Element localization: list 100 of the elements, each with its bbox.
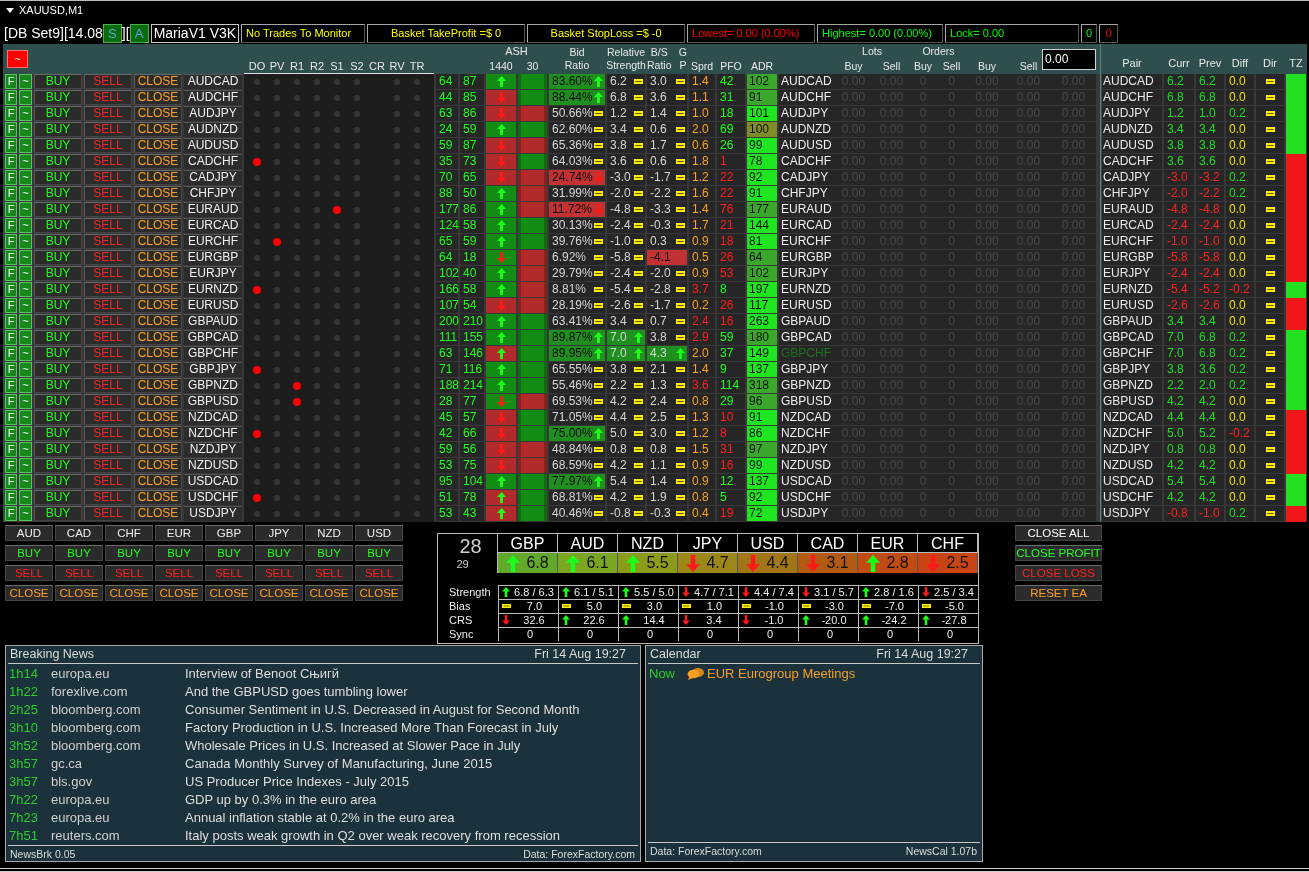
- sell-button[interactable]: SELL: [84, 474, 132, 489]
- buy-button[interactable]: BUY: [34, 106, 82, 121]
- buy-button[interactable]: BUY: [34, 282, 82, 297]
- buy-button[interactable]: BUY: [55, 545, 103, 561]
- f-button[interactable]: F: [5, 362, 17, 377]
- sell-button[interactable]: SELL: [355, 565, 403, 581]
- close-button[interactable]: CLOSE: [134, 298, 182, 313]
- close-button[interactable]: CLOSE: [134, 266, 182, 281]
- f-button[interactable]: F: [5, 250, 17, 265]
- close-button[interactable]: CLOSE: [134, 362, 182, 377]
- close-button[interactable]: CLOSE: [134, 74, 182, 89]
- buy-button[interactable]: BUY: [34, 330, 82, 345]
- tilde-button[interactable]: ~: [19, 426, 32, 441]
- close-button[interactable]: CLOSE: [205, 585, 253, 601]
- buy-button[interactable]: BUY: [34, 170, 82, 185]
- sell-button[interactable]: SELL: [84, 282, 132, 297]
- buy-button[interactable]: BUY: [34, 234, 82, 249]
- buy-button[interactable]: BUY: [355, 545, 403, 561]
- close-button[interactable]: CLOSE: [134, 314, 182, 329]
- sell-button[interactable]: SELL: [84, 378, 132, 393]
- f-button[interactable]: F: [5, 298, 17, 313]
- s-button[interactable]: S: [102, 24, 122, 43]
- toggle-button[interactable]: ~: [7, 50, 28, 68]
- close-button[interactable]: CLOSE: [134, 122, 182, 137]
- buy-button[interactable]: BUY: [34, 474, 82, 489]
- sell-button[interactable]: SELL: [255, 565, 303, 581]
- f-button[interactable]: F: [5, 170, 17, 185]
- buy-button[interactable]: BUY: [155, 545, 203, 561]
- close-button[interactable]: CLOSE: [134, 138, 182, 153]
- tilde-button[interactable]: ~: [19, 330, 32, 345]
- tilde-button[interactable]: ~: [19, 458, 32, 473]
- close-button[interactable]: CLOSE: [134, 154, 182, 169]
- sell-button[interactable]: SELL: [84, 410, 132, 425]
- sell-button[interactable]: SELL: [84, 458, 132, 473]
- sell-button[interactable]: SELL: [155, 565, 203, 581]
- tilde-button[interactable]: ~: [19, 314, 32, 329]
- close-button[interactable]: CLOSE: [105, 585, 153, 601]
- sell-button[interactable]: SELL: [55, 565, 103, 581]
- close-button[interactable]: CLOSE: [134, 378, 182, 393]
- tilde-button[interactable]: ~: [19, 154, 32, 169]
- f-button[interactable]: F: [5, 442, 17, 457]
- f-button[interactable]: F: [5, 282, 17, 297]
- sell-button[interactable]: SELL: [84, 250, 132, 265]
- f-button[interactable]: F: [5, 266, 17, 281]
- close-button[interactable]: CLOSE: [134, 234, 182, 249]
- tilde-button[interactable]: ~: [19, 490, 32, 505]
- buy-button[interactable]: BUY: [34, 442, 82, 457]
- buy-button[interactable]: BUY: [34, 314, 82, 329]
- sell-button[interactable]: SELL: [84, 74, 132, 89]
- tilde-button[interactable]: ~: [19, 394, 32, 409]
- f-button[interactable]: F: [5, 346, 17, 361]
- close-button[interactable]: CLOSE: [55, 585, 103, 601]
- close-button[interactable]: CLOSE: [134, 282, 182, 297]
- tilde-button[interactable]: ~: [19, 442, 32, 457]
- sell-button[interactable]: SELL: [84, 90, 132, 105]
- f-button[interactable]: F: [5, 490, 17, 505]
- sell-button[interactable]: SELL: [84, 394, 132, 409]
- buy-button[interactable]: BUY: [34, 74, 82, 89]
- close-all-button[interactable]: CLOSE ALL: [1015, 525, 1102, 541]
- buy-button[interactable]: BUY: [305, 545, 353, 561]
- sell-button[interactable]: SELL: [84, 122, 132, 137]
- buy-button[interactable]: BUY: [34, 394, 82, 409]
- sell-button[interactable]: SELL: [84, 346, 132, 361]
- buy-button[interactable]: BUY: [34, 186, 82, 201]
- close-button[interactable]: CLOSE: [134, 186, 182, 201]
- sell-button[interactable]: SELL: [84, 154, 132, 169]
- f-button[interactable]: F: [5, 426, 17, 441]
- close-button[interactable]: CLOSE: [134, 330, 182, 345]
- buy-button[interactable]: BUY: [34, 250, 82, 265]
- f-button[interactable]: F: [5, 378, 17, 393]
- tilde-button[interactable]: ~: [19, 170, 32, 185]
- buy-button[interactable]: BUY: [34, 378, 82, 393]
- tilde-button[interactable]: ~: [19, 266, 32, 281]
- close-button[interactable]: CLOSE: [155, 585, 203, 601]
- sell-button[interactable]: SELL: [84, 202, 132, 217]
- buy-button[interactable]: BUY: [34, 90, 82, 105]
- sell-button[interactable]: SELL: [84, 490, 132, 505]
- sell-button[interactable]: SELL: [84, 298, 132, 313]
- buy-button[interactable]: BUY: [255, 545, 303, 561]
- buy-button[interactable]: BUY: [5, 545, 53, 561]
- f-button[interactable]: F: [5, 474, 17, 489]
- tilde-button[interactable]: ~: [19, 234, 32, 249]
- buy-button[interactable]: BUY: [34, 490, 82, 505]
- f-button[interactable]: F: [5, 218, 17, 233]
- buy-button[interactable]: BUY: [205, 545, 253, 561]
- close-button[interactable]: CLOSE: [305, 585, 353, 601]
- caret-icon[interactable]: [6, 7, 14, 13]
- tilde-button[interactable]: ~: [19, 298, 32, 313]
- sell-button[interactable]: SELL: [305, 565, 353, 581]
- tilde-button[interactable]: ~: [19, 362, 32, 377]
- buy-button[interactable]: BUY: [34, 218, 82, 233]
- close-button[interactable]: CLOSE: [134, 170, 182, 185]
- f-button[interactable]: F: [5, 90, 17, 105]
- tilde-button[interactable]: ~: [19, 138, 32, 153]
- close-button[interactable]: CLOSE: [355, 585, 403, 601]
- sell-button[interactable]: SELL: [84, 234, 132, 249]
- tilde-button[interactable]: ~: [19, 346, 32, 361]
- buy-button[interactable]: BUY: [34, 266, 82, 281]
- buy-button[interactable]: BUY: [34, 202, 82, 217]
- tilde-button[interactable]: ~: [19, 282, 32, 297]
